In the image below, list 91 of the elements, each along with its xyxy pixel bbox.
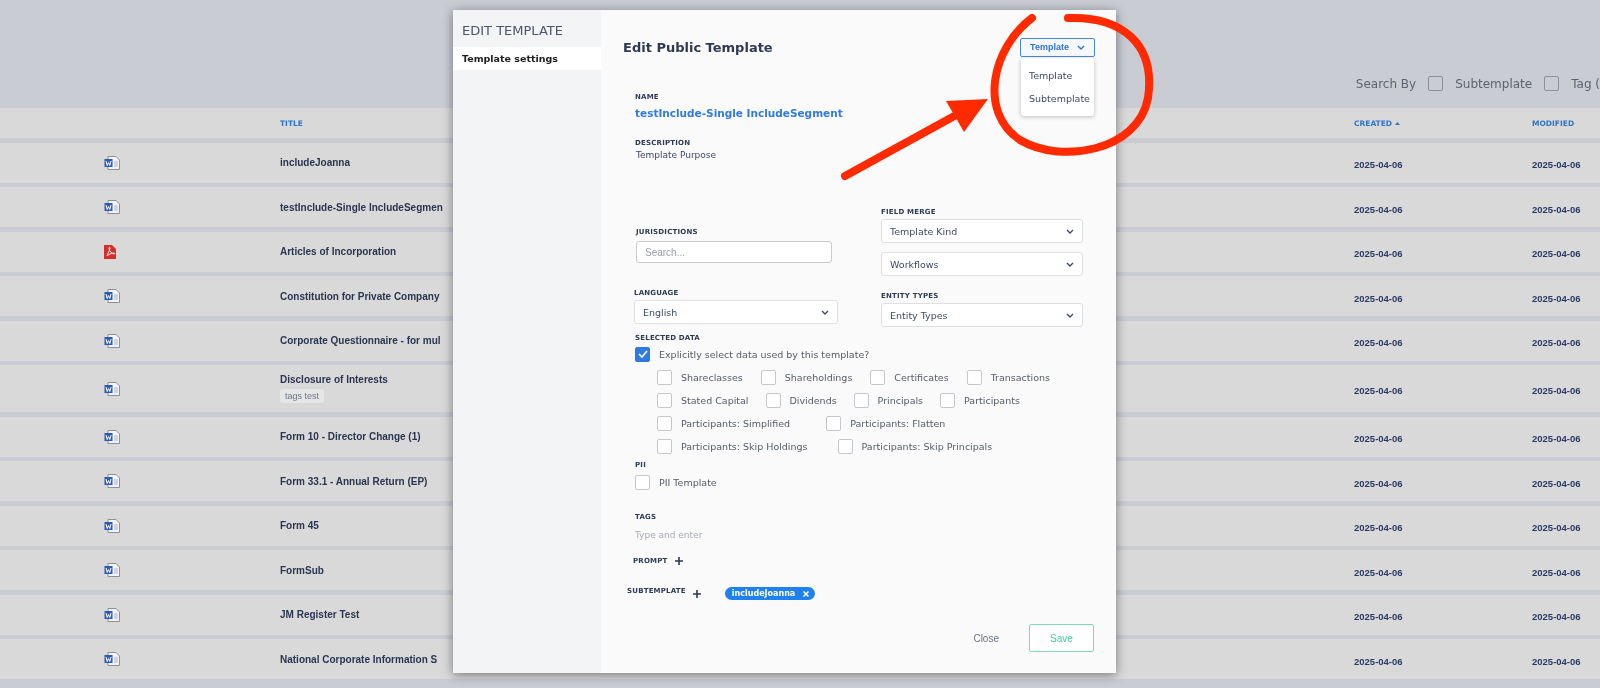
- checkbox-option[interactable]: Principals: [853, 392, 924, 408]
- modified-date: 2025-04-06: [1532, 337, 1581, 348]
- template-title[interactable]: Corporate Questionnaire - for mul: [280, 335, 441, 346]
- checkbox-option[interactable]: Participants: [940, 392, 1020, 408]
- pdf-file-icon: [104, 244, 116, 259]
- template-title[interactable]: Disclosure of Interests: [280, 374, 388, 385]
- modified-date: 2025-04-06: [1532, 655, 1581, 667]
- checkbox-option[interactable]: Shareclasses: [657, 369, 743, 385]
- word-file-icon: [104, 563, 120, 577]
- word-file-icon: [104, 429, 120, 444]
- modified-date: 2025-04-06: [1532, 566, 1581, 578]
- search-by-option[interactable]: Subtemplate: [1424, 76, 1533, 91]
- modified-date: 2025-04-06: [1532, 248, 1581, 259]
- checkbox-option[interactable]: Participants: Flatten: [826, 415, 946, 431]
- template-title[interactable]: testInclude-Single IncludeSegmen: [280, 201, 443, 213]
- checkbox-option[interactable]: Transactions: [966, 369, 1050, 385]
- created-date: 2025-04-06: [1354, 566, 1403, 578]
- modified-date: 2025-04-06: [1532, 292, 1581, 304]
- template-title[interactable]: includeJoanna: [280, 157, 350, 168]
- template-title[interactable]: Form 10 - Director Change (1): [280, 431, 421, 442]
- type-dropdown[interactable]: Template: [1020, 37, 1095, 57]
- subtemplate-chip: includeJoanna: [724, 587, 816, 600]
- chevron-down-icon: [1066, 261, 1074, 267]
- chevron-down-icon: [1076, 44, 1085, 50]
- template-title[interactable]: Form 45: [280, 520, 319, 531]
- search-by-option[interactable]: Tag (: [1540, 76, 1600, 91]
- plus-icon[interactable]: [674, 557, 683, 565]
- modified-date: 2025-04-06: [1532, 203, 1581, 215]
- created-date: 2025-04-06: [1354, 611, 1403, 622]
- chevron-down-icon: [1066, 228, 1074, 234]
- word-file-icon: [104, 474, 120, 488]
- word-file-icon: [104, 200, 120, 214]
- search-by-label: Search By: [1355, 77, 1417, 91]
- field-merge-select[interactable]: Template Kind: [881, 219, 1083, 243]
- checkbox-option[interactable]: Participants: Skip Principals: [837, 438, 993, 454]
- checkbox-option[interactable]: Participants: Skip Holdings: [657, 438, 808, 454]
- checkbox-option[interactable]: Stated Capital: [657, 392, 749, 408]
- menu-item[interactable]: Subtemplate: [1021, 87, 1094, 110]
- modified-date: 2025-04-06: [1532, 477, 1581, 489]
- created-date: 2025-04-06: [1354, 522, 1403, 533]
- created-date: 2025-04-06: [1354, 292, 1403, 304]
- entity-types-select[interactable]: Entity Types: [881, 303, 1083, 327]
- word-file-icon: [104, 289, 120, 303]
- menu-item[interactable]: Template: [1021, 64, 1094, 87]
- template-title[interactable]: Form 33.1 - Annual Return (EP): [280, 475, 428, 487]
- created-date: 2025-04-06: [1354, 655, 1403, 667]
- checkbox-option[interactable]: Shareholdings: [760, 369, 853, 385]
- word-file-icon: [104, 607, 120, 622]
- created-date: 2025-04-06: [1354, 385, 1403, 396]
- word-file-icon: [104, 381, 120, 396]
- template-title[interactable]: JM Register Test: [280, 609, 360, 620]
- created-date: 2025-04-06: [1354, 248, 1403, 259]
- template-title[interactable]: FormSub: [280, 564, 324, 576]
- search-field[interactable]: Search...: [636, 241, 832, 263]
- created-date: 2025-04-06: [1354, 337, 1403, 348]
- word-file-icon: [104, 155, 120, 170]
- checkbox-option[interactable]: PII Template: [635, 474, 717, 490]
- template-description: Template Purpose: [635, 150, 718, 160]
- created-date: 2025-04-06: [1354, 433, 1403, 444]
- sidebar-title: EDIT TEMPLATE: [461, 23, 564, 40]
- language-select[interactable]: English: [634, 300, 838, 324]
- word-file-icon: [104, 652, 120, 666]
- modified-date: 2025-04-06: [1532, 385, 1581, 396]
- checkbox-option[interactable]: Dividends: [765, 392, 837, 408]
- modified-date: 2025-04-06: [1532, 522, 1581, 533]
- created-date: 2025-04-06: [1354, 203, 1403, 215]
- word-file-icon: [104, 518, 120, 533]
- sort-up-icon: [1395, 121, 1401, 125]
- checkbox-option[interactable]: Certificates: [870, 369, 949, 385]
- modified-date: 2025-04-06: [1532, 433, 1581, 444]
- close-icon[interactable]: [803, 590, 810, 597]
- template-title[interactable]: Constitution for Private Company: [280, 290, 440, 302]
- checkmark-icon: [637, 350, 648, 358]
- tag-pill: tags test: [280, 389, 325, 403]
- field-merge-select[interactable]: Workflows: [881, 252, 1083, 276]
- checkbox-option[interactable]: Explicitly select data used by this template?: [635, 346, 870, 362]
- sidebar-item[interactable]: Template settings: [453, 47, 601, 70]
- template-title[interactable]: Articles of Incorporation: [280, 246, 397, 257]
- dialog-title: Edit Public Template: [623, 39, 773, 55]
- close-button[interactable]: Close: [967, 631, 1005, 645]
- checkbox-option[interactable]: Participants: Simplified: [657, 415, 791, 431]
- created-date: 2025-04-06: [1354, 159, 1403, 170]
- chevron-down-icon: [821, 309, 829, 315]
- template-title[interactable]: National Corporate Information S: [280, 653, 438, 665]
- template-name: testInclude-Single IncludeSegment: [635, 107, 843, 119]
- modified-date: 2025-04-06: [1532, 159, 1581, 170]
- plus-icon[interactable]: [692, 589, 701, 598]
- created-date: 2025-04-06: [1354, 477, 1403, 489]
- chevron-down-icon: [1066, 312, 1074, 318]
- word-file-icon: [104, 333, 120, 348]
- modified-date: 2025-04-06: [1532, 611, 1581, 622]
